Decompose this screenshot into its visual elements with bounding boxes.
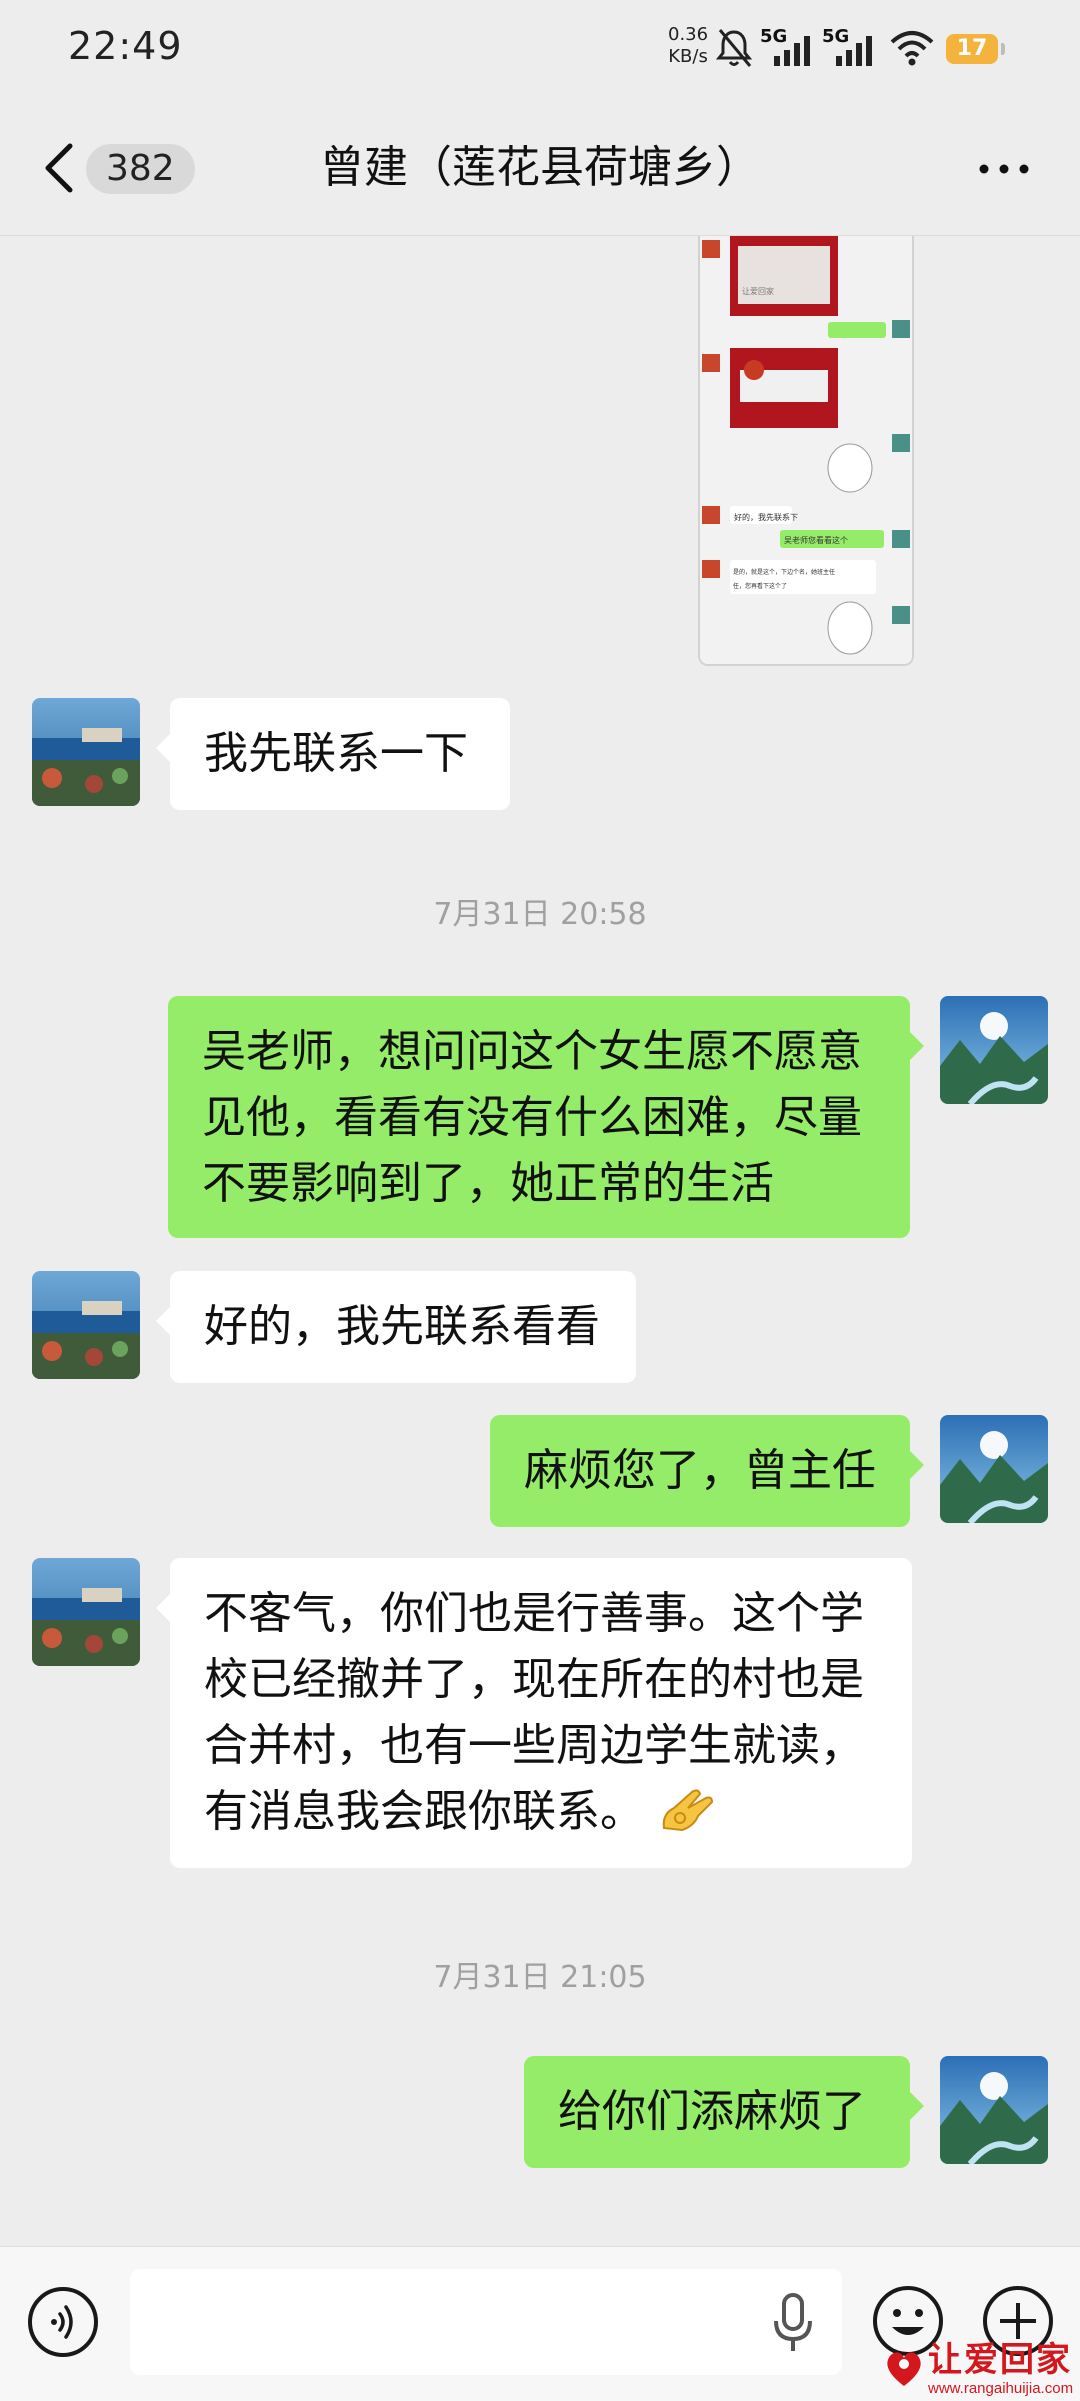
shared-chat-screenshot[interactable]: 让爱回家 吴老师您看看这个 好的，我先联系下 是的，就是这个，下边个名，她班主任…: [698, 236, 914, 666]
screenshot-line: 吴老师您看看这个: [784, 535, 848, 545]
screenshot-line: 让爱回家: [742, 286, 774, 296]
message-text-line: 不客气，你们也是行善事。这个学: [204, 1588, 864, 1639]
message-text-line: 见他，看看有没有什么困难，尽量: [202, 1092, 862, 1143]
message-bubble-incoming[interactable]: 不客气，你们也是行善事。这个学 校已经撤并了，现在所在的村也是 合并村，也有一些…: [156, 1558, 912, 1868]
heart-logo-icon: [887, 2352, 921, 2386]
user-avatar[interactable]: [940, 2056, 1048, 2164]
screenshot-line: 任，您再看下这个了: [733, 582, 787, 590]
microphone-icon[interactable]: [768, 2291, 818, 2357]
screenshot-thumbnail: 让爱回家 吴老师您看看这个 好的，我先联系下 是的，就是这个，下边个名，她班主任…: [700, 236, 912, 664]
message-bubble-incoming[interactable]: 我先联系一下: [156, 698, 510, 810]
watermark-url: www.rangaihuijia.com: [928, 2380, 1074, 2397]
network-speed: 0.36 KB/s: [668, 24, 708, 68]
chat-header: 382 曾建（莲花县荷塘乡）: [0, 100, 1080, 236]
speed-unit: KB/s: [668, 46, 708, 67]
screenshot-line: 是的，就是这个，下边个名，她班主任: [733, 568, 835, 576]
status-time: 22:49: [68, 24, 183, 68]
message-text: 给你们添麻烦了: [558, 2086, 866, 2137]
ok-hand-emoji-icon: [662, 1789, 714, 1832]
battery-indicator: 17: [946, 34, 1005, 64]
user-avatar[interactable]: [940, 1415, 1048, 1523]
contact-avatar[interactable]: [32, 698, 140, 806]
message-timestamp: 7月31日 21:05: [433, 1960, 647, 1995]
message-text-line: 校已经撤并了，现在所在的村也是: [204, 1654, 864, 1705]
message-text-segment: 有消息我会跟你联系。: [204, 1786, 644, 1837]
more-options-icon[interactable]: [974, 144, 1034, 194]
message-bubble-incoming[interactable]: 好的，我先联系看看: [156, 1271, 636, 1383]
chat-title: 曾建（莲花县荷塘乡）: [320, 142, 760, 193]
speed-value: 0.36: [668, 24, 709, 45]
screenshot-line: 好的，我先联系下: [734, 512, 798, 522]
contact-avatar[interactable]: [32, 1558, 140, 1666]
message-bubble-outgoing[interactable]: 麻烦您了，曾主任: [490, 1415, 924, 1527]
message-input[interactable]: [130, 2269, 842, 2375]
site-watermark: 让爱回家 www.rangaihuijia.com: [880, 2340, 1080, 2400]
status-bar: 22:49 0.36 KB/s 5G 5G 17: [0, 0, 1080, 100]
mute-bell-icon: [715, 29, 753, 67]
contact-avatar[interactable]: [32, 1271, 140, 1379]
voice-input-button[interactable]: [28, 2287, 98, 2357]
back-arrow-icon[interactable]: [36, 140, 86, 196]
message-text: 我先联系一下: [204, 728, 468, 779]
wifi-icon: [890, 31, 934, 66]
message-bubble-outgoing[interactable]: 给你们添麻烦了: [524, 2056, 924, 2168]
message-text-line: 吴老师，想问问这个女生愿不愿意: [202, 1026, 862, 1077]
message-text: 麻烦您了，曾主任: [524, 1445, 876, 1496]
signal-icon: [774, 36, 810, 66]
voice-waves-icon: [51, 2305, 73, 2339]
watermark-text: 让爱回家: [928, 2340, 1072, 2380]
signal-icon: [836, 36, 872, 66]
message-text-line: 有消息我会跟你联系。: [204, 1779, 878, 1845]
message-text-line: 不要影响到了，她正常的生活: [202, 1158, 774, 1209]
message-text: 好的，我先联系看看: [204, 1301, 600, 1352]
message-bubble-outgoing[interactable]: 吴老师，想问问这个女生愿不愿意 见他，看看有没有什么困难，尽量 不要影响到了，她…: [168, 996, 924, 1238]
message-text-line: 合并村，也有一些周边学生就读，: [204, 1720, 864, 1771]
message-timestamp: 7月31日 20:58: [433, 897, 647, 932]
user-avatar[interactable]: [940, 996, 1048, 1104]
